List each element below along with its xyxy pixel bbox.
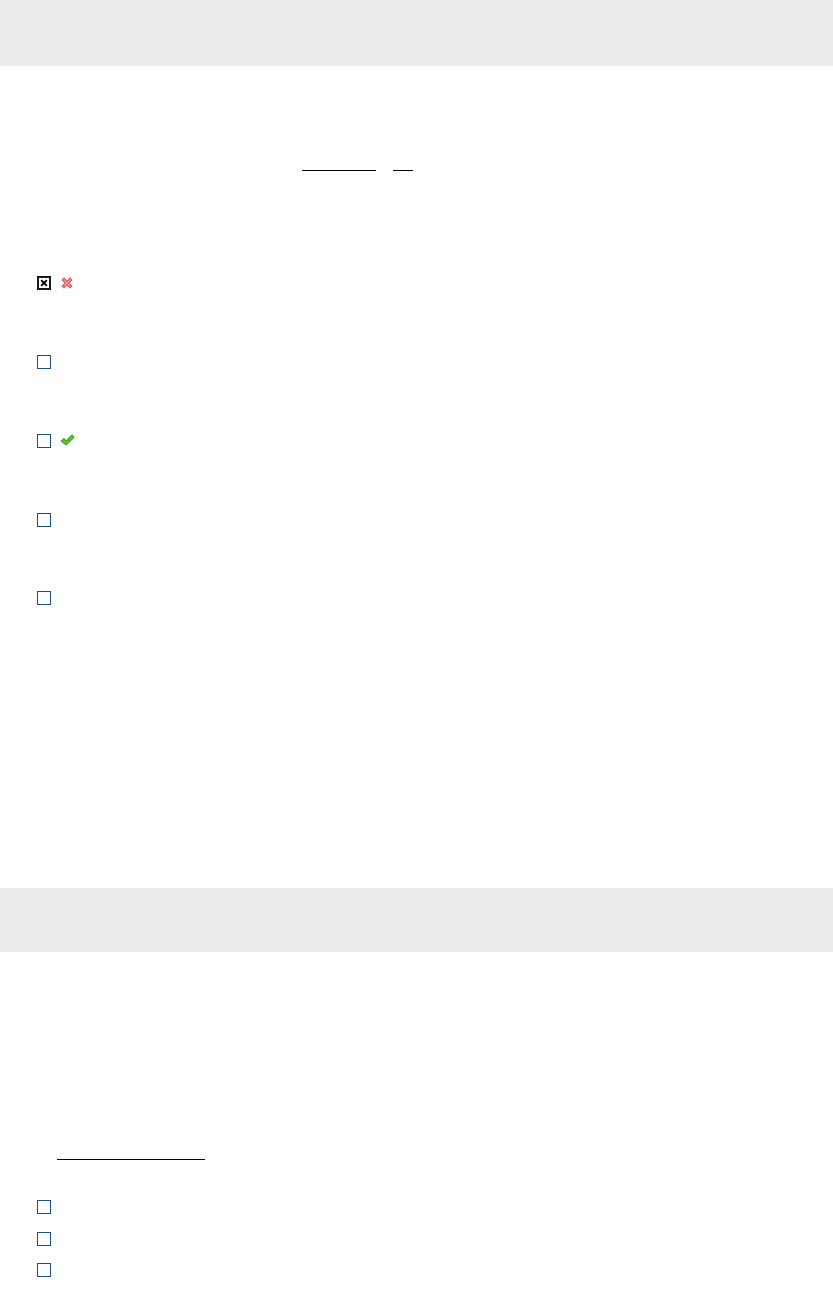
checkmark-icon	[60, 434, 75, 446]
answer-blank-2[interactable]	[393, 170, 413, 171]
cross-icon	[61, 277, 73, 289]
option-checkbox-5[interactable]	[37, 591, 51, 605]
option-checkbox-8[interactable]	[37, 1263, 51, 1277]
answer-blank-1[interactable]	[302, 170, 376, 171]
option-checkbox-6[interactable]	[37, 1200, 51, 1214]
option-checkbox-2[interactable]	[37, 355, 51, 369]
option-checkbox-3[interactable]	[37, 434, 51, 448]
option-checkbox-1[interactable]	[37, 276, 51, 290]
answer-blank-3[interactable]	[57, 1159, 205, 1160]
question-header-band	[0, 888, 833, 952]
header-band	[0, 0, 833, 66]
option-checkbox-7[interactable]	[37, 1232, 51, 1246]
option-checkbox-4[interactable]	[37, 513, 51, 527]
